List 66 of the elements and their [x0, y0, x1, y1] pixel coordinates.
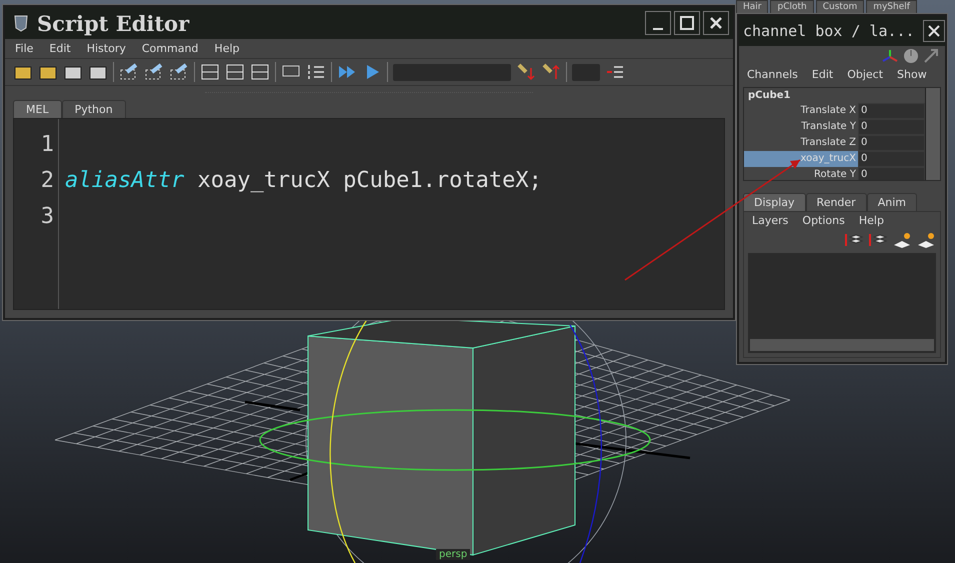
layers-icon[interactable]	[868, 231, 888, 249]
object-name: pCube1	[747, 89, 792, 103]
layer-tab[interactable]: Anim	[866, 193, 917, 211]
scrollbar[interactable]	[925, 88, 940, 180]
input-field[interactable]	[572, 64, 600, 80]
camera-label: persp	[436, 549, 470, 560]
editor-tab[interactable]: Python	[62, 100, 126, 118]
eraser-icon[interactable]	[169, 62, 189, 82]
channel-name[interactable]: Translate Z	[744, 135, 858, 151]
search-field[interactable]	[393, 64, 511, 80]
line-number: 1	[40, 131, 54, 159]
scrollbar[interactable]	[750, 339, 934, 351]
new-layer-icon[interactable]	[892, 231, 912, 249]
window-title: Script Editor	[37, 10, 190, 36]
menu-item[interactable]: Edit	[49, 42, 71, 55]
app-logo-icon	[13, 14, 29, 32]
eraser-icon[interactable]	[144, 62, 164, 82]
channel-name[interactable]: Rotate Y	[744, 167, 858, 180]
channel-value[interactable]: 0	[858, 119, 925, 135]
eraser-icon[interactable]	[119, 62, 139, 82]
menu-item[interactable]: Show	[897, 68, 927, 81]
code-line: aliasAttr xoay_trucX pCube1.rotateX;	[65, 168, 542, 193]
layer-tab[interactable]: Render	[806, 193, 867, 211]
window-title: channel box / la...	[743, 22, 915, 40]
maximize-button[interactable]	[674, 11, 700, 35]
menu-item[interactable]: Help	[214, 42, 240, 55]
layer-tab[interactable]: Display	[743, 193, 806, 211]
line-number: 3	[40, 203, 54, 231]
menu-item[interactable]: Channels	[747, 68, 798, 81]
close-icon	[709, 16, 723, 30]
new-layer-icon[interactable]	[916, 231, 936, 249]
editor-tab[interactable]: MEL	[13, 100, 62, 118]
numbered-list-icon[interactable]	[306, 62, 326, 82]
channel-name[interactable]: Translate X	[744, 103, 858, 119]
close-button[interactable]	[923, 20, 945, 42]
clock-icon[interactable]	[903, 48, 919, 64]
close-icon	[927, 24, 941, 38]
maximize-icon	[680, 16, 694, 30]
minimize-button[interactable]	[645, 11, 671, 35]
shelf-tab[interactable]: Hair	[736, 0, 768, 14]
minimize-icon	[653, 28, 663, 30]
menu-item[interactable]: Command	[142, 42, 198, 55]
layers-icon[interactable]	[844, 231, 864, 249]
channel-value[interactable]: 0	[858, 167, 925, 180]
axis-icon[interactable]	[881, 48, 899, 64]
channel-value[interactable]: 0	[858, 103, 925, 119]
layout-icon[interactable]	[250, 62, 270, 82]
line-number: 2	[40, 167, 54, 195]
close-button[interactable]	[703, 11, 729, 35]
layout-icon[interactable]	[200, 62, 220, 82]
menu-item[interactable]: Object	[847, 68, 884, 81]
channel-value[interactable]: 0	[858, 151, 925, 167]
menu-item[interactable]: Help	[858, 214, 884, 227]
menu-item[interactable]: Options	[802, 214, 845, 227]
arrow-icon[interactable]	[923, 48, 939, 64]
shelf-tab[interactable]: myShelf	[866, 0, 917, 14]
layout-icon[interactable]	[225, 62, 245, 82]
menu-item[interactable]: File	[15, 42, 34, 55]
menu-item[interactable]: History	[86, 42, 126, 55]
channel-value[interactable]: 0	[858, 135, 925, 151]
menu-item[interactable]: Edit	[812, 68, 834, 81]
shelf-tab[interactable]: Custom	[816, 0, 864, 14]
code-editor[interactable]: 1 2 3 aliasAttr xoay_trucX pCube1.rotateX;	[13, 118, 725, 310]
shelf-tab[interactable]: pCloth	[770, 0, 814, 14]
channel-name[interactable]: Translate Y	[744, 119, 858, 135]
menu-item[interactable]: Layers	[752, 214, 788, 227]
